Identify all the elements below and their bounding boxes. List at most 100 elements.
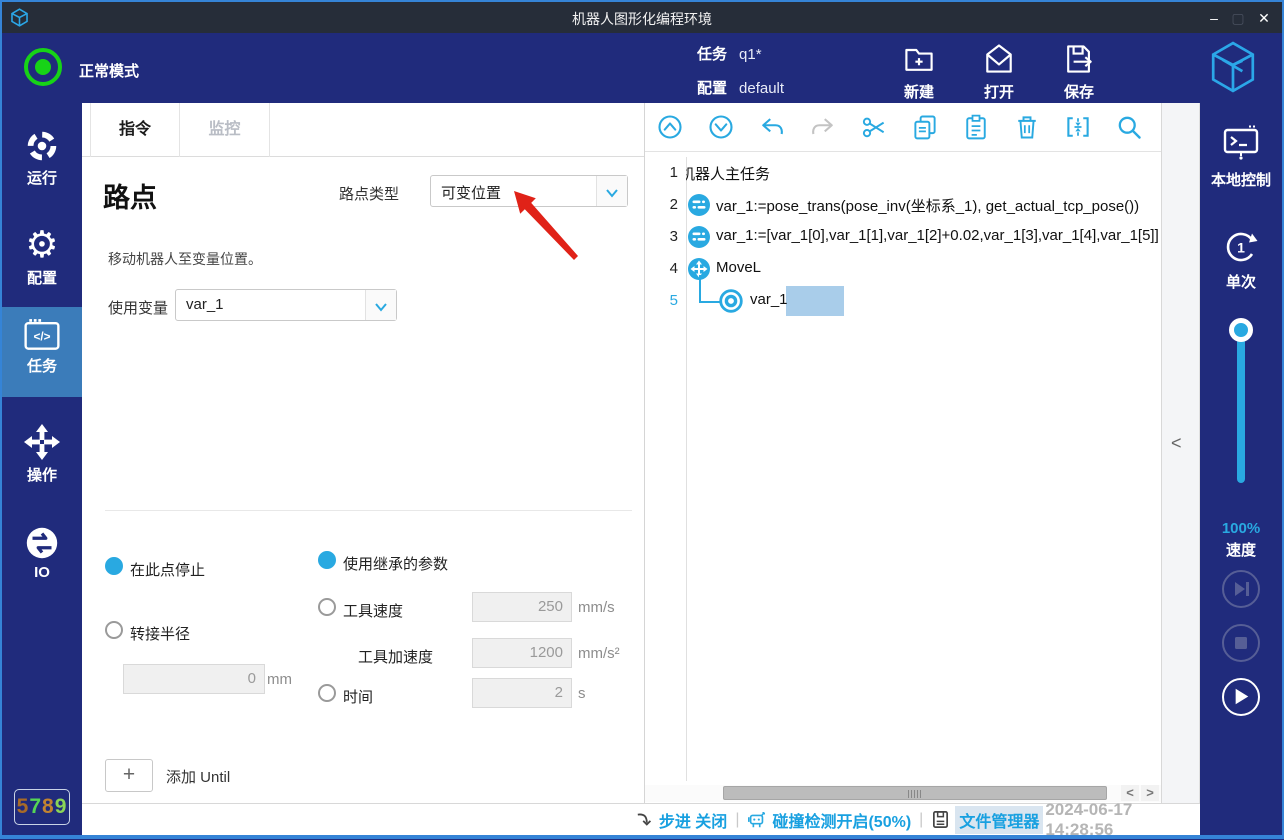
header: 正常模式 任务q1* 配置default 新建 打开 保存: [2, 33, 1282, 103]
time-label: 时间: [343, 686, 373, 707]
inherit-params-radio[interactable]: [318, 551, 336, 569]
speed-slider-knob[interactable]: [1229, 318, 1253, 342]
use-variable-label: 使用变量: [108, 297, 168, 318]
tool-speed-unit: mm/s: [578, 599, 615, 616]
chevron-down-icon: [365, 290, 396, 320]
selection-highlight: [786, 286, 844, 316]
run-icon: [23, 127, 61, 165]
cut-icon[interactable]: [860, 113, 888, 141]
task-code-icon: </>: [22, 317, 62, 353]
collision-detection-status[interactable]: 碰撞检测开启(50%): [747, 808, 911, 832]
waypoint-icon: [719, 289, 743, 313]
terminal-icon: [1221, 123, 1261, 163]
svg-text:</>: </>: [33, 329, 50, 343]
sidebar-item-run[interactable]: 运行: [2, 121, 82, 211]
tool-speed-label: 工具速度: [343, 600, 403, 621]
stop-here-label: 在此点停止: [130, 559, 205, 580]
waypoint-type-value: 可变位置: [441, 182, 501, 203]
new-button-label: 新建: [884, 81, 954, 102]
tool-speed-input[interactable]: 250: [472, 592, 572, 622]
assignment-icon: [688, 194, 710, 216]
step-forward-icon: [1224, 572, 1258, 606]
stop-here-radio[interactable]: [105, 557, 123, 575]
speed-percent: 100%: [1200, 520, 1282, 537]
line-numbers: 1 2 3 4 5: [645, 157, 678, 317]
move-up-icon[interactable]: [656, 113, 684, 141]
task-label: 任务: [697, 46, 727, 63]
sidebar-task-label: 任务: [2, 355, 82, 376]
redo-icon[interactable]: [809, 113, 837, 141]
tab-command[interactable]: 指令: [90, 103, 180, 157]
sidebar-run-label: 运行: [2, 167, 82, 188]
sidebar-item-task[interactable]: </> 任务: [2, 307, 82, 397]
waypoint-type-dropdown[interactable]: 可变位置: [430, 175, 628, 207]
scrollbar-thumb[interactable]: [723, 786, 1107, 800]
tool-speed-radio[interactable]: [318, 598, 336, 616]
time-radio[interactable]: [318, 684, 336, 702]
tree-row-waypoint[interactable]: var_1: [686, 285, 1160, 317]
move-arrows-icon: [22, 422, 62, 462]
speed-label: 速度: [1200, 539, 1282, 560]
paste-icon[interactable]: [962, 113, 990, 141]
time-input[interactable]: 2: [472, 678, 572, 708]
status-datetime: 2024-06-17 14:28:56: [1045, 800, 1200, 840]
single-run-button[interactable]: 1: [1221, 227, 1261, 267]
waypoint-type-label: 路点类型: [339, 183, 399, 204]
sidebar-item-config[interactable]: ⚙ 配置: [2, 221, 82, 311]
save-icon: [1061, 41, 1097, 77]
speed-slider-track[interactable]: [1237, 331, 1245, 483]
mode-indicator-icon: [24, 48, 62, 86]
blend-radius-input[interactable]: 0: [123, 664, 265, 694]
divider: |: [919, 811, 923, 829]
gear-icon: ⚙: [2, 225, 82, 265]
tool-accel-label: 工具加速度: [358, 646, 433, 667]
save-button[interactable]: 保存: [1044, 41, 1114, 102]
use-variable-dropdown[interactable]: var_1: [175, 289, 397, 321]
sidebar-item-io[interactable]: IO: [2, 519, 82, 609]
mode-label: 正常模式: [79, 60, 139, 81]
open-button[interactable]: 打开: [964, 41, 1034, 102]
stop-button[interactable]: [1222, 624, 1260, 662]
file-manager-button[interactable]: 文件管理器: [931, 806, 1043, 834]
sidebar-item-operate[interactable]: 操作: [2, 417, 82, 507]
io-icon: [23, 524, 61, 562]
divider: [105, 510, 632, 511]
left-sidebar: 运行 ⚙ 配置 </> 任务 操作 IO 5789: [2, 103, 82, 835]
tool-accel-input[interactable]: 1200: [472, 638, 572, 668]
tree-row-main-task[interactable]: 机器人主任务: [686, 157, 1160, 189]
new-button[interactable]: 新建: [884, 41, 954, 102]
delete-icon[interactable]: [1013, 113, 1041, 141]
program-tree-panel: 1 2 3 4 5 机器人主任务 var_1:=pose_trans(pose_…: [645, 103, 1162, 803]
file-manager-icon: [931, 810, 950, 829]
collapse-expand-icon[interactable]: [1064, 113, 1092, 141]
tree-toolbar: [645, 103, 1161, 152]
tree-row-assign-2[interactable]: var_1:=[var_1[0],var_1[1],var_1[2]+0.02,…: [686, 221, 1160, 253]
local-control-button[interactable]: [1221, 123, 1261, 163]
blend-radius-unit: mm: [267, 671, 292, 688]
status-code-badge: 5789: [14, 789, 70, 825]
step-mode-status[interactable]: 步进 关闭: [636, 808, 727, 832]
right-sidebar: 本地控制 1 单次 100% 速度: [1200, 103, 1282, 835]
close-button[interactable]: ✕: [1252, 6, 1276, 30]
copy-icon[interactable]: [911, 113, 939, 141]
step-forward-button[interactable]: [1222, 570, 1260, 608]
move-down-icon[interactable]: [707, 113, 735, 141]
blend-radius-radio[interactable]: [105, 621, 123, 639]
maximize-button[interactable]: ▢: [1226, 6, 1250, 30]
step-mode-icon: [636, 811, 654, 829]
program-rows: 机器人主任务 var_1:=pose_trans(pose_inv(坐标系_1)…: [686, 157, 1160, 317]
panel-collapse-strip: <: [1162, 103, 1200, 803]
tree-row-movel[interactable]: MoveL: [686, 253, 1160, 285]
sidebar-operate-label: 操作: [2, 464, 82, 485]
minimize-button[interactable]: –: [1202, 6, 1226, 30]
add-until-button[interactable]: +: [105, 759, 153, 792]
stop-icon: [1224, 626, 1258, 660]
search-icon[interactable]: [1115, 113, 1143, 141]
collapse-panel-button[interactable]: <: [1171, 433, 1182, 454]
undo-icon[interactable]: [758, 113, 786, 141]
tree-row-assign-1[interactable]: var_1:=pose_trans(pose_inv(坐标系_1), get_a…: [686, 189, 1160, 221]
tab-monitor[interactable]: 监控: [180, 103, 270, 157]
main-panel: 指令 监控 路点 路点类型 可变位置 移动机器人至变量位置。 使用变量 var_…: [82, 103, 645, 803]
play-button[interactable]: [1222, 678, 1260, 716]
app-logo-large: [1208, 39, 1258, 95]
